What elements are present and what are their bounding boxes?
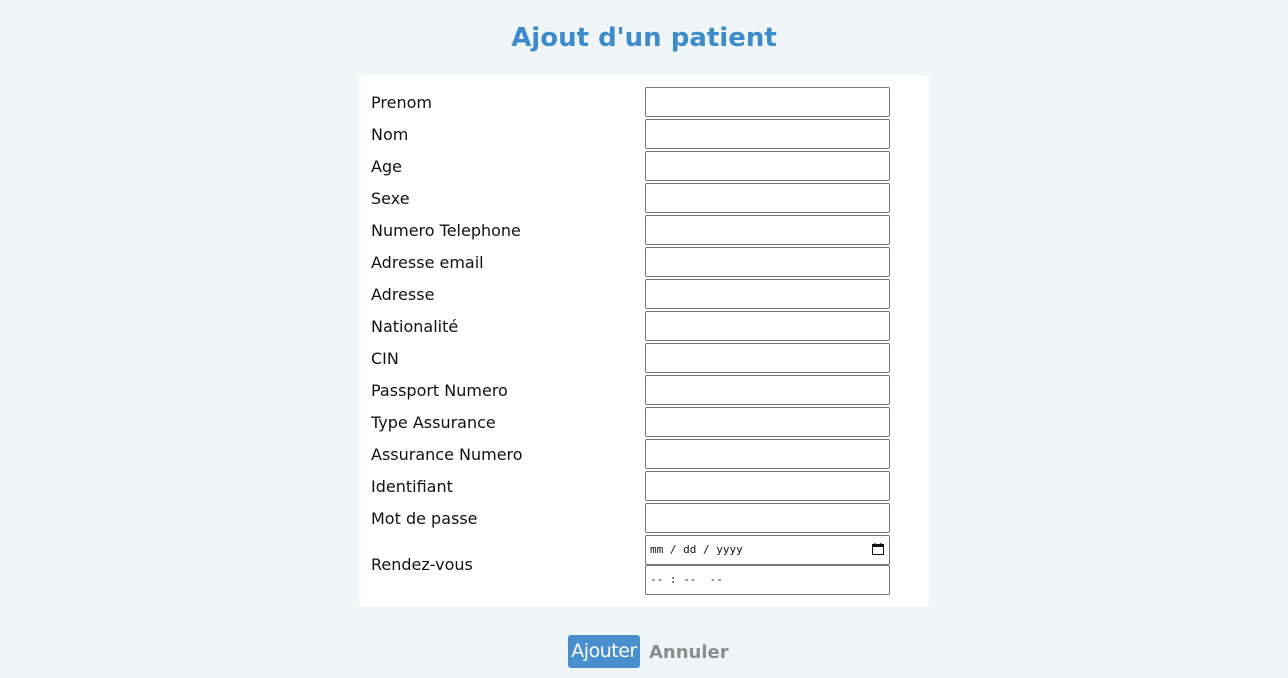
- adresse-input[interactable]: [645, 279, 890, 309]
- form-row-passport: Passport Numero: [359, 375, 929, 407]
- form-row-nom: Nom: [359, 119, 929, 151]
- add-button[interactable]: Ajouter: [568, 635, 640, 668]
- time-placeholder: -- : -- --: [650, 573, 723, 586]
- rendezvous-date-input[interactable]: mm / dd / yyyy: [645, 535, 890, 565]
- age-label: Age: [371, 157, 402, 176]
- date-placeholder: mm / dd / yyyy: [650, 543, 743, 556]
- nom-label: Nom: [371, 125, 409, 144]
- cin-input[interactable]: [645, 343, 890, 373]
- cin-label: CIN: [371, 349, 399, 368]
- telephone-label: Numero Telephone: [371, 221, 521, 240]
- form-row-type-assurance: Type Assurance: [359, 407, 929, 439]
- patient-form: Prenom Nom Age Sexe Numero Telephone Adr…: [359, 75, 929, 607]
- mot-de-passe-input[interactable]: [645, 503, 890, 533]
- nationalite-label: Nationalité: [371, 317, 459, 336]
- form-row-cin: CIN: [359, 343, 929, 375]
- form-row-email: Adresse email: [359, 247, 929, 279]
- form-row-sexe: Sexe: [359, 183, 929, 215]
- assurance-numero-label: Assurance Numero: [371, 445, 523, 464]
- form-row-identifiant: Identifiant: [359, 471, 929, 503]
- adresse-label: Adresse: [371, 285, 435, 304]
- page: Ajout d'un patient Prenom Nom Age Sexe N…: [0, 0, 1288, 678]
- form-row-nationalite: Nationalité: [359, 311, 929, 343]
- type-assurance-label: Type Assurance: [371, 413, 496, 432]
- form-row-telephone: Numero Telephone: [359, 215, 929, 247]
- form-row-age: Age: [359, 151, 929, 183]
- form-row-assurance-numero: Assurance Numero: [359, 439, 929, 471]
- nationalite-input[interactable]: [645, 311, 890, 341]
- telephone-input[interactable]: [645, 215, 890, 245]
- sexe-label: Sexe: [371, 189, 410, 208]
- nom-input[interactable]: [645, 119, 890, 149]
- prenom-input[interactable]: [645, 87, 890, 117]
- age-input[interactable]: [645, 151, 890, 181]
- type-assurance-input[interactable]: [645, 407, 890, 437]
- identifiant-input[interactable]: [645, 471, 890, 501]
- identifiant-label: Identifiant: [371, 477, 453, 496]
- rendezvous-time-input[interactable]: -- : -- --: [645, 565, 890, 595]
- assurance-numero-input[interactable]: [645, 439, 890, 469]
- rendezvous-label: Rendez-vous: [371, 555, 473, 574]
- passport-label: Passport Numero: [371, 381, 508, 400]
- cancel-button[interactable]: Annuler: [649, 635, 729, 668]
- form-row-prenom: Prenom: [359, 87, 929, 119]
- form-row-mot-de-passe: Mot de passe: [359, 503, 929, 535]
- email-label: Adresse email: [371, 253, 484, 272]
- email-input[interactable]: [645, 247, 890, 277]
- page-title: Ajout d'un patient: [511, 23, 777, 53]
- calendar-icon[interactable]: [872, 543, 884, 555]
- sexe-input[interactable]: [645, 183, 890, 213]
- form-row-adresse: Adresse: [359, 279, 929, 311]
- passport-input[interactable]: [645, 375, 890, 405]
- mot-de-passe-label: Mot de passe: [371, 509, 478, 528]
- form-actions: Ajouter Annuler: [0, 635, 1288, 668]
- prenom-label: Prenom: [371, 93, 432, 112]
